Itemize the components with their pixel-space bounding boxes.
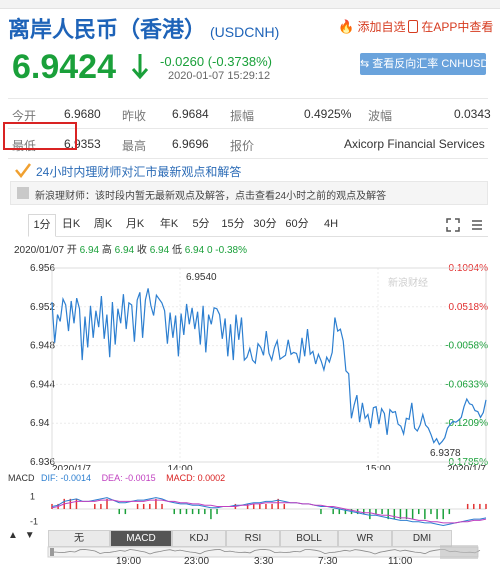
ohlc-low: 6.94 xyxy=(184,245,205,256)
stat-label: 最高 xyxy=(122,139,147,153)
macd-tick: -1 xyxy=(30,517,38,527)
plot-frame xyxy=(51,267,487,463)
timeline-tick: 23:00 xyxy=(184,556,210,567)
ohlc-close: 6.94 xyxy=(149,245,170,256)
stat-value: 0.4925% xyxy=(304,107,352,121)
max-price-label: 6.9540 xyxy=(186,272,217,283)
y-pct-label: 0.0518% xyxy=(449,302,489,313)
tab-monthly[interactable]: 月K xyxy=(122,214,148,235)
x-tick-label: 14:00 xyxy=(167,464,192,470)
macd-label: MACD xyxy=(8,473,35,483)
tab-30min[interactable]: 30分 xyxy=(252,214,278,235)
tab-15min[interactable]: 15分 xyxy=(220,214,246,235)
stat-label: 振幅 xyxy=(230,109,255,123)
phone-icon xyxy=(408,20,418,33)
macd-readout: MACD DIF: -0.0014 DEA: -0.0015 MACD: 0.0… xyxy=(8,473,225,483)
add-watch-link[interactable]: 🔥 添加自选 xyxy=(338,18,406,35)
title-text: 离岸人民币（香港） xyxy=(8,17,207,42)
dif-line xyxy=(51,497,487,527)
stat-value: 6.9684 xyxy=(172,107,209,121)
fullscreen-icon[interactable] xyxy=(446,218,460,232)
tab-1min[interactable]: 1分 xyxy=(28,214,56,237)
price-chart[interactable]: 6.956 0.1094%6.952 0.0518%6.948 -0.0058%6.9… xyxy=(0,256,500,470)
down-arrow-icon xyxy=(131,54,149,80)
app-view-link[interactable]: 在APP中查看 xyxy=(408,18,493,35)
advisor-notice[interactable]: 24小时内理财师对汇市最新观点和解答 xyxy=(10,160,486,179)
macd-chart: 1 -1 xyxy=(30,491,487,527)
macd-tick: 1 xyxy=(30,491,35,501)
page-title: 离岸人民币（香港） (USDCNH) xyxy=(8,12,279,44)
top-strip xyxy=(0,0,500,9)
quote-timestamp: 2020-01-07 15:29:12 xyxy=(168,70,271,82)
ohlc-open: 6.94 xyxy=(79,245,100,256)
notice-title: 24小时内理财师对汇市最新观点和解答 xyxy=(36,165,242,179)
ohlc-change: 0 -0.38% xyxy=(206,245,247,256)
up-arrow-icon[interactable]: ▲ xyxy=(8,530,18,541)
stat-label: 昨收 xyxy=(122,109,147,123)
tab-daily[interactable]: 日K xyxy=(58,214,84,235)
tab-weekly[interactable]: 周K xyxy=(90,214,116,235)
avatar xyxy=(17,187,29,199)
price-line xyxy=(51,288,487,446)
low-highlight-box xyxy=(3,122,77,150)
watermark: 新浪财经 xyxy=(388,276,428,289)
down-arrow-icon[interactable]: ▼ xyxy=(25,530,35,541)
timeline-tick: 7:30 xyxy=(318,556,338,567)
scroll-arrows: ▲ ▼ xyxy=(8,530,44,545)
tab-yearly[interactable]: 年K xyxy=(154,214,184,235)
ohlc-high-label: 高 xyxy=(101,245,112,256)
y-pct-label: -0.0058% xyxy=(445,341,488,352)
range-handle[interactable] xyxy=(440,545,478,559)
range-navigator[interactable] xyxy=(0,545,500,567)
x-tick-label: 2020/1/7 xyxy=(52,464,91,470)
reverse-rate-button[interactable]: ⇆ 查看反向汇率 CNHUSD xyxy=(360,53,488,75)
stat-value: 0.0343 xyxy=(454,107,491,121)
x-tick-label: 15:00 xyxy=(365,464,390,470)
range-left-grip[interactable] xyxy=(50,548,54,556)
macd-value: MACD: 0.0002 xyxy=(166,473,226,483)
timeline-tick: 19:00 xyxy=(116,556,142,567)
ohlc-low-label: 低 xyxy=(171,245,182,256)
subnote-text: 新浪理财师：该时段内暂无最新观点及解答，点击查看24小时之前的观点及解答 xyxy=(35,191,387,202)
tab-4h[interactable]: 4H xyxy=(318,214,344,235)
tab-5min[interactable]: 5分 xyxy=(188,214,214,235)
indicator-tabs: 无 MACD KDJ RSI BOLL WR DMI xyxy=(48,530,492,547)
symbol-code: (USDCNH) xyxy=(210,24,280,40)
stat-value: 6.9680 xyxy=(64,107,101,121)
period-tabs: 1分 日K 周K 月K 年K 5分 15分 30分 60分 4H xyxy=(28,214,488,237)
min-price-label: 6.9378 xyxy=(430,448,461,459)
ohlc-close-label: 收 xyxy=(136,245,147,256)
fire-icon: 🔥 xyxy=(338,19,355,34)
y-pct-label: -0.1209% xyxy=(445,418,488,429)
stat-label: 波幅 xyxy=(368,109,393,123)
ohlc-high: 6.94 xyxy=(114,245,135,256)
checkmark-icon xyxy=(15,163,31,178)
settings-icon[interactable] xyxy=(470,218,484,232)
dea-line xyxy=(51,499,487,524)
tab-60min[interactable]: 60分 xyxy=(284,214,310,235)
macd-dea: DEA: -0.0015 xyxy=(101,473,156,483)
timeline-tick: 3:30 xyxy=(254,556,274,567)
y-pct-label: -0.0633% xyxy=(445,379,488,390)
current-price: 6.9424 xyxy=(12,48,116,86)
stat-label: 报价 xyxy=(230,139,255,153)
x-tick-label: 2020/1/7 xyxy=(447,464,486,470)
stat-value: 6.9696 xyxy=(172,137,209,151)
stats-row: 最低 6.9353 最高 6.9696 报价 Axicorp Financial… xyxy=(8,129,488,159)
advisor-subnote[interactable]: 新浪理财师：该时段内暂无最新观点及解答，点击查看24小时之前的观点及解答 xyxy=(10,181,488,205)
quote-stats-table: 今开 6.9680 昨收 6.9684 振幅 0.4925% 波幅 0.0343… xyxy=(8,98,491,159)
y-tick-label: 6.94 xyxy=(30,418,50,429)
stat-value: Axicorp Financial Services xyxy=(344,137,485,151)
timeline-tick: 11:00 xyxy=(388,556,413,567)
macd-dif: DIF: -0.0014 xyxy=(41,473,92,483)
ohlc-date: 2020/01/07 xyxy=(14,245,65,256)
ohlc-readout: 2020/01/07 开 6.94 高 6.94 收 6.94 低 6.94 0… xyxy=(14,241,247,256)
swap-icon: ⇆ xyxy=(360,58,370,70)
stats-row: 今开 6.9680 昨收 6.9684 振幅 0.4925% 波幅 0.0343 xyxy=(8,99,491,129)
price-change: -0.0260 (-0.3738%) xyxy=(160,54,273,69)
ohlc-open-label: 开 xyxy=(66,245,77,256)
